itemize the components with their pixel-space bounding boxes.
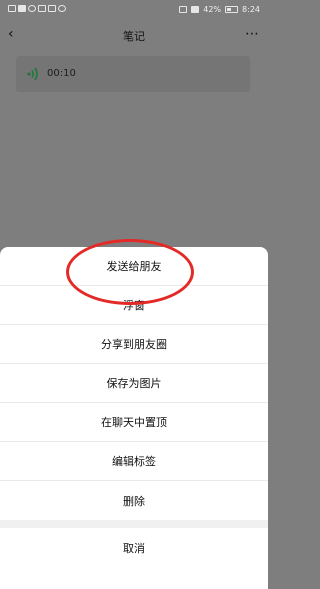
highlight-annotation (66, 239, 194, 305)
delete-button[interactable]: 删除 (0, 481, 268, 520)
status-bar: 42% 8:24 (0, 0, 268, 20)
voice-note[interactable]: 00:10 (16, 56, 250, 92)
notification-icon (38, 5, 46, 12)
share-to-moments-button[interactable]: 分享到朋友圈 (0, 325, 268, 364)
clock: 8:24 (242, 5, 260, 14)
title-bar: ‹ 笔记 ⋯ (0, 20, 268, 52)
cloud-icon (58, 5, 66, 12)
edit-tags-button[interactable]: 编辑标签 (0, 442, 268, 481)
battery-icon (225, 6, 239, 13)
cellular-icon (191, 6, 200, 13)
nfc-icon (179, 6, 188, 13)
voice-duration: 00:10 (47, 68, 76, 79)
cancel-button[interactable]: 取消 (0, 528, 268, 567)
app-notification-icon (48, 5, 56, 12)
status-icons-right: 42% 8:24 (179, 5, 260, 14)
sheet-divider (0, 520, 268, 528)
battery-percent: 42% (203, 5, 222, 14)
save-as-image-button[interactable]: 保存为图片 (0, 364, 268, 403)
voice-wave-icon (27, 67, 38, 81)
signal-strength-icon (18, 5, 26, 12)
wifi-icon (28, 5, 36, 12)
more-options-icon[interactable]: ⋯ (245, 26, 259, 42)
page-title: 笔记 (123, 30, 145, 43)
pin-in-chat-button[interactable]: 在聊天中置顶 (0, 403, 268, 442)
signal-icon (8, 5, 16, 12)
status-icons-left (8, 5, 66, 12)
